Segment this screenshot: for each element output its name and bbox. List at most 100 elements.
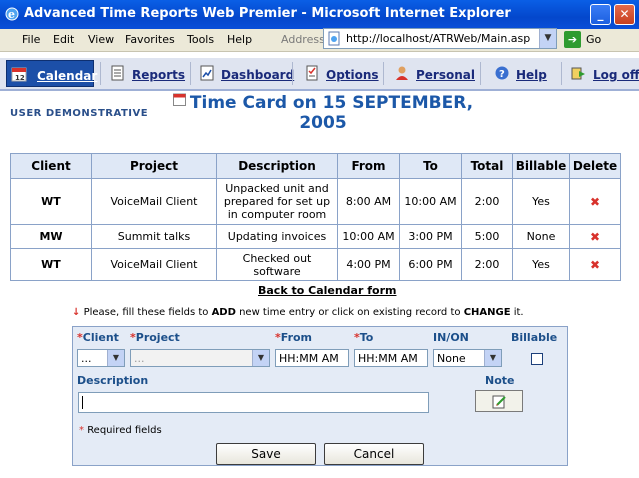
- close-button[interactable]: ✕: [614, 4, 635, 25]
- chevron-down-icon[interactable]: ▼: [252, 350, 269, 366]
- cell-description[interactable]: Checked out software: [217, 249, 337, 280]
- project-select-value: ...: [134, 352, 145, 365]
- chevron-down-icon[interactable]: ▼: [107, 350, 124, 366]
- tab-personal[interactable]: Personal: [390, 60, 476, 87]
- cell-to[interactable]: 6:00 PM: [400, 249, 461, 280]
- page-title-line1: Time Card on 15 SEPTEMBER,: [189, 93, 474, 113]
- arrow-down-icon: ↓: [72, 307, 81, 318]
- instruction-text: it.: [510, 307, 524, 318]
- label-text: Project: [135, 331, 180, 344]
- cell-to[interactable]: 10:00 AM: [400, 179, 461, 224]
- chevron-down-icon[interactable]: ▼: [484, 350, 501, 366]
- cell-from[interactable]: 4:00 PM: [338, 249, 399, 280]
- delete-icon[interactable]: ✖: [590, 230, 600, 244]
- cell-project[interactable]: Summit talks: [92, 225, 216, 248]
- cell-description[interactable]: Unpacked unit and prepared for set up in…: [217, 179, 337, 224]
- table-header-row: Client Project Description From To Total…: [11, 154, 620, 178]
- project-label: *Project: [130, 331, 180, 344]
- inon-select[interactable]: None ▼: [433, 349, 502, 367]
- inon-select-value: None: [437, 352, 466, 365]
- back-to-calendar-link[interactable]: Back to Calendar form: [258, 284, 396, 297]
- go-label: Go: [586, 33, 602, 46]
- cell-client[interactable]: WT: [11, 179, 91, 224]
- column-header-total: Total: [462, 154, 512, 178]
- cell-description[interactable]: Updating invoices: [217, 225, 337, 248]
- minimize-button[interactable]: _: [590, 4, 611, 25]
- logoff-icon: [571, 67, 585, 80]
- cell-total[interactable]: 5:00: [462, 225, 512, 248]
- note-label: Note: [485, 374, 515, 387]
- cell-billable[interactable]: None: [513, 225, 569, 248]
- to-time-value: HH:MM AM: [358, 352, 418, 365]
- go-button[interactable]: ➔ Go: [562, 31, 618, 49]
- cancel-button[interactable]: Cancel: [324, 443, 424, 465]
- delete-icon[interactable]: ✖: [590, 195, 600, 209]
- tab-help[interactable]: ? Help: [490, 60, 556, 87]
- column-header-billable: Billable: [513, 154, 569, 178]
- column-header-client: Client: [11, 154, 91, 178]
- address-input[interactable]: http://localhost/ATRWeb/Main.asp ▼: [323, 28, 557, 49]
- chevron-down-icon[interactable]: ▼: [539, 29, 556, 48]
- to-label: *To: [354, 331, 373, 344]
- person-icon: [396, 66, 408, 80]
- billable-checkbox[interactable]: [531, 353, 543, 365]
- table-row[interactable]: WT VoiceMail Client Checked out software…: [11, 249, 620, 280]
- table-row[interactable]: MW Summit talks Updating invoices 10:00 …: [11, 225, 620, 248]
- menu-tools[interactable]: Tools: [187, 33, 214, 46]
- svg-text:?: ?: [499, 69, 505, 80]
- cell-project[interactable]: VoiceMail Client: [92, 179, 216, 224]
- address-url: http://localhost/ATRWeb/Main.asp: [346, 32, 531, 45]
- tab-options[interactable]: Options: [300, 60, 379, 87]
- client-select[interactable]: ... ▼: [77, 349, 125, 367]
- cell-to[interactable]: 3:00 PM: [400, 225, 461, 248]
- tab-divider: [190, 62, 191, 85]
- tab-logoff[interactable]: Log off -: [566, 60, 639, 87]
- minimize-icon: _: [597, 7, 604, 21]
- description-label: Description: [77, 374, 149, 387]
- help-icon: ?: [495, 66, 509, 80]
- delete-icon[interactable]: ✖: [590, 258, 600, 272]
- form-instruction: ↓ Please, fill these fields to ADD new t…: [72, 307, 524, 318]
- cell-total[interactable]: 2:00: [462, 249, 512, 280]
- description-input[interactable]: [78, 392, 429, 413]
- time-entries-table: Client Project Description From To Total…: [10, 153, 621, 281]
- cell-billable[interactable]: Yes: [513, 249, 569, 280]
- tab-label: Options: [326, 68, 379, 82]
- tab-label: Help: [516, 68, 547, 82]
- tab-dashboard[interactable]: Dashboard: [195, 60, 294, 87]
- menu-file[interactable]: File: [22, 33, 40, 46]
- cell-client[interactable]: WT: [11, 249, 91, 280]
- note-button[interactable]: [475, 390, 523, 412]
- instruction-add: ADD: [211, 307, 236, 318]
- calendar-icon: [172, 93, 186, 106]
- cell-from[interactable]: 8:00 AM: [338, 179, 399, 224]
- project-select[interactable]: ... ▼: [130, 349, 270, 367]
- cell-project[interactable]: VoiceMail Client: [92, 249, 216, 280]
- cell-from[interactable]: 10:00 AM: [338, 225, 399, 248]
- save-button[interactable]: Save: [216, 443, 316, 465]
- tab-divider: [480, 62, 481, 85]
- cell-total[interactable]: 2:00: [462, 179, 512, 224]
- page-icon: [328, 31, 340, 46]
- from-time-input[interactable]: HH:MM AM: [275, 349, 349, 367]
- menu-view[interactable]: View: [88, 33, 114, 46]
- tab-reports[interactable]: Reports: [106, 60, 186, 87]
- to-time-input[interactable]: HH:MM AM: [354, 349, 428, 367]
- menu-help[interactable]: Help: [227, 33, 252, 46]
- client-label: *Client: [77, 331, 119, 344]
- menu-favorites[interactable]: Favorites: [125, 33, 175, 46]
- instruction-change: CHANGE: [463, 307, 511, 318]
- label-text: From: [280, 331, 313, 344]
- required-fields-note: * Required fields: [79, 425, 162, 436]
- column-header-to: To: [400, 154, 461, 178]
- tab-divider: [100, 62, 101, 85]
- arrow-right-icon: ➔: [564, 31, 581, 48]
- cell-billable[interactable]: Yes: [513, 179, 569, 224]
- tab-calendar[interactable]: 12 Calendar: [6, 60, 97, 87]
- cell-client[interactable]: MW: [11, 225, 91, 248]
- menu-edit[interactable]: Edit: [53, 33, 74, 46]
- tab-divider: [383, 62, 384, 85]
- page-title: Time Card on 15 SEPTEMBER, 2005: [158, 93, 488, 133]
- address-label: Address: [281, 33, 325, 46]
- table-row[interactable]: WT VoiceMail Client Unpacked unit and pr…: [11, 179, 620, 224]
